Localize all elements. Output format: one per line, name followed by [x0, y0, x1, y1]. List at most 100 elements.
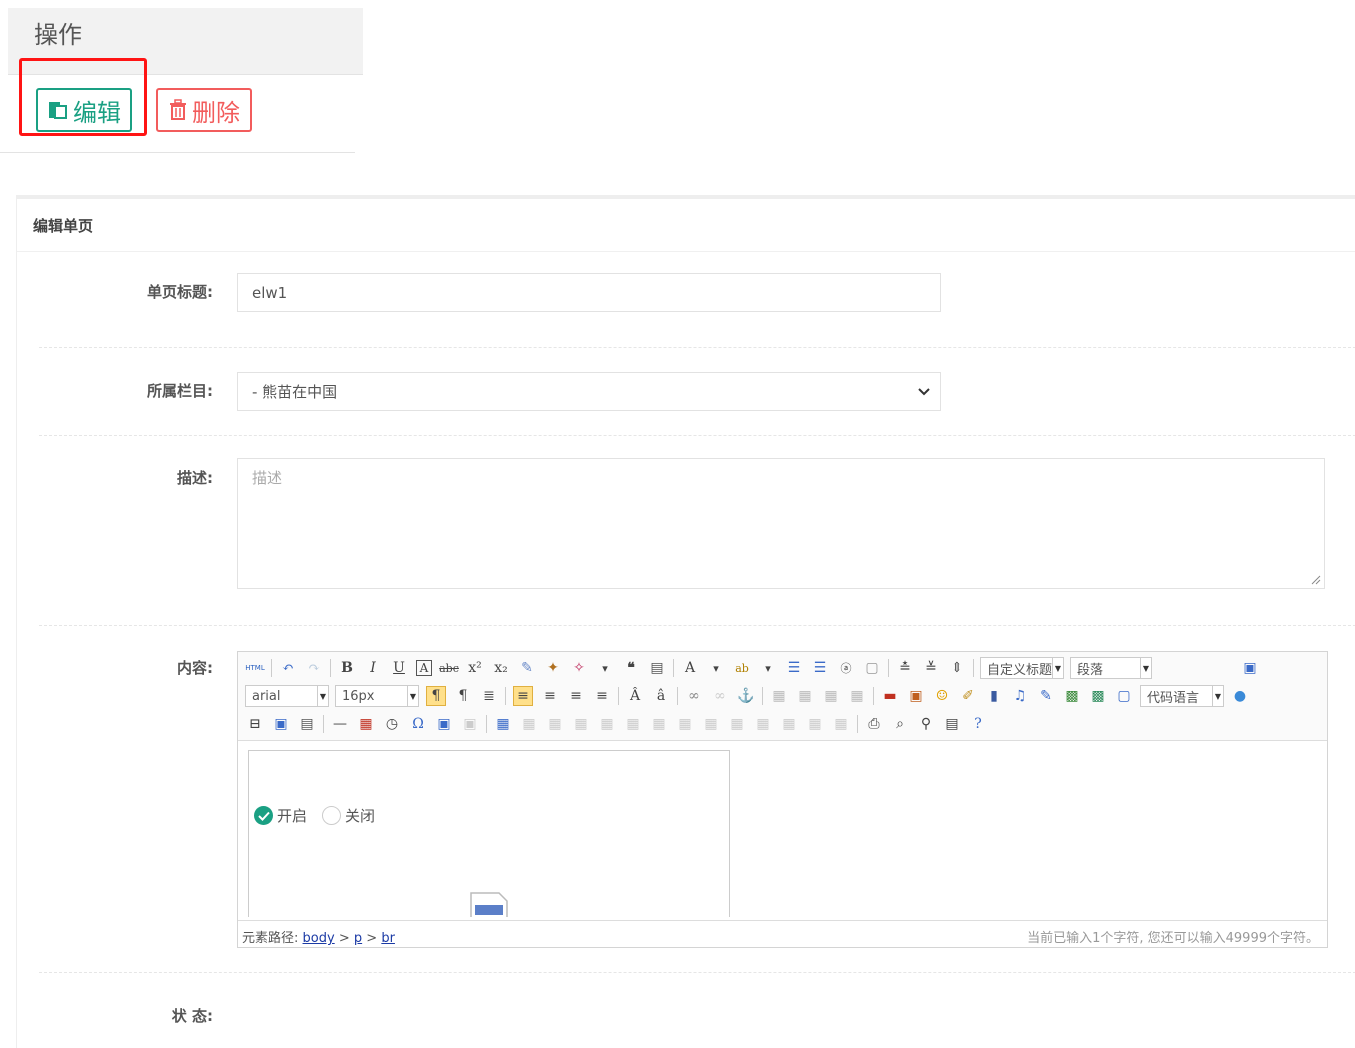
insert-frame-icon[interactable]: ▢: [1115, 687, 1133, 705]
custom-heading-select[interactable]: 自定义标题 ▼: [980, 657, 1064, 679]
align-right-icon[interactable]: ≡: [567, 687, 585, 705]
page-break-icon[interactable]: ⊟: [246, 715, 264, 733]
clear-doc-icon[interactable]: ▢: [863, 659, 881, 677]
split-rows-icon[interactable]: ▦: [780, 715, 798, 733]
delete-button[interactable]: 删除: [156, 88, 252, 132]
unordered-list-icon[interactable]: ☰: [811, 659, 829, 677]
auto-format-icon[interactable]: ✧: [570, 659, 588, 677]
rtl-icon[interactable]: ¶: [454, 687, 472, 705]
snapscreen-icon[interactable]: ▣: [435, 715, 453, 733]
lowercase-icon[interactable]: â: [652, 687, 670, 705]
underline-icon[interactable]: U: [390, 659, 408, 677]
align-left-icon[interactable]: ≡: [513, 686, 533, 706]
dropdown-caret-icon[interactable]: ▾: [707, 659, 725, 677]
format-brush-icon[interactable]: ✦: [544, 659, 562, 677]
scrawl-icon[interactable]: ✐: [959, 687, 977, 705]
subscript-icon[interactable]: x₂: [492, 659, 510, 677]
delete-row-icon[interactable]: ▦: [598, 715, 616, 733]
path-link-body[interactable]: body: [303, 931, 335, 946]
path-link-p[interactable]: p: [354, 931, 362, 946]
unlink-icon[interactable]: ∞: [711, 687, 729, 705]
link-icon[interactable]: ∞: [685, 687, 703, 705]
horizontal-rule-icon[interactable]: —: [331, 715, 349, 733]
insert-image-icon[interactable]: ▣: [907, 687, 925, 705]
insert-paragraph-icon[interactable]: ▦: [546, 715, 564, 733]
row-spacing-top-icon[interactable]: ≛: [896, 659, 914, 677]
date-icon[interactable]: ▦: [357, 715, 375, 733]
title-input[interactable]: elw1: [237, 273, 941, 312]
merge-cells-icon[interactable]: ▦: [676, 715, 694, 733]
editor-content-area[interactable]: [248, 750, 730, 917]
font-size-select[interactable]: 16px ▼: [335, 685, 419, 707]
undo-icon[interactable]: ↶: [279, 659, 297, 677]
resize-grip-icon[interactable]: [1311, 575, 1321, 585]
ordered-list-icon[interactable]: ☰: [785, 659, 803, 677]
category-select[interactable]: - 熊苗在中国: [237, 372, 941, 411]
split-cols-icon[interactable]: ▦: [806, 715, 824, 733]
print-icon[interactable]: ⎙: [865, 715, 883, 733]
paste-plain-icon[interactable]: ▤: [648, 659, 666, 677]
strikethrough-icon[interactable]: abc: [439, 659, 459, 677]
image-center-icon[interactable]: ▦: [848, 687, 866, 705]
line-height-icon[interactable]: ⇕: [948, 659, 966, 677]
select-all-icon[interactable]: ⓐ: [837, 659, 855, 677]
align-center-icon[interactable]: ≡: [541, 687, 559, 705]
dropdown-caret-icon[interactable]: ▾: [759, 659, 777, 677]
special-chars-icon[interactable]: Ω: [409, 715, 427, 733]
italic-icon[interactable]: I: [364, 659, 382, 677]
simple-upload-icon[interactable]: ▬: [881, 687, 899, 705]
insert-video-icon[interactable]: ▮: [985, 687, 1003, 705]
code-language-select[interactable]: 代码语言 ▼: [1140, 685, 1224, 707]
html-source-icon[interactable]: HTML: [245, 659, 264, 677]
ltr-icon[interactable]: ¶: [426, 686, 446, 706]
map-icon[interactable]: ▩: [1063, 687, 1081, 705]
indent-icon[interactable]: ≣: [480, 687, 498, 705]
path-link-br[interactable]: br: [381, 931, 395, 946]
uppercase-icon[interactable]: Â: [626, 687, 644, 705]
merge-right-icon[interactable]: ▦: [702, 715, 720, 733]
insert-col-icon[interactable]: ▦: [624, 715, 642, 733]
image-right-icon[interactable]: ▦: [822, 687, 840, 705]
gmap-icon[interactable]: ▩: [1089, 687, 1107, 705]
insert-row-icon[interactable]: ▦: [572, 715, 590, 733]
insert-table-icon[interactable]: ▦: [494, 715, 512, 733]
merge-down-icon[interactable]: ▦: [728, 715, 746, 733]
chart-icon[interactable]: ▦: [832, 715, 850, 733]
help-icon[interactable]: ?: [969, 715, 987, 733]
blockquote-icon[interactable]: ❝: [622, 659, 640, 677]
delete-table-icon[interactable]: ▦: [520, 715, 538, 733]
edit-button[interactable]: 编辑: [36, 88, 132, 132]
emotion-icon[interactable]: ☺: [933, 687, 951, 705]
font-border-icon[interactable]: A: [416, 660, 432, 676]
desc-textarea[interactable]: 描述: [237, 458, 1325, 589]
image-none-icon[interactable]: ▦: [770, 687, 788, 705]
status-on-radio[interactable]: 开启: [254, 805, 307, 826]
redo-icon[interactable]: ↷: [305, 659, 323, 677]
paragraph-select[interactable]: 段落 ▼: [1070, 657, 1152, 679]
status-off-radio[interactable]: 关闭: [322, 805, 375, 826]
bold-icon[interactable]: B: [338, 659, 356, 677]
drafts-icon[interactable]: ▤: [943, 715, 961, 733]
eraser-icon[interactable]: ✎: [518, 659, 536, 677]
highlight-color-icon[interactable]: ab: [733, 659, 751, 677]
dropdown-caret-icon[interactable]: ▾: [596, 659, 614, 677]
fullscreen-icon[interactable]: ▣: [1241, 659, 1259, 677]
row-spacing-bottom-icon[interactable]: ≚: [922, 659, 940, 677]
template-icon[interactable]: ▤: [298, 715, 316, 733]
delete-col-icon[interactable]: ▦: [650, 715, 668, 733]
font-family-select[interactable]: arial ▼: [245, 685, 329, 707]
font-color-icon[interactable]: A: [681, 659, 699, 677]
split-cells-icon[interactable]: ▦: [754, 715, 772, 733]
webapp-icon[interactable]: ●: [1231, 687, 1249, 705]
superscript-icon[interactable]: x²: [466, 659, 484, 677]
wordimage-icon[interactable]: ▣: [461, 715, 479, 733]
time-icon[interactable]: ◷: [383, 715, 401, 733]
background-icon[interactable]: ▣: [272, 715, 290, 733]
search-replace-icon[interactable]: ⚲: [917, 715, 935, 733]
anchor-icon[interactable]: ⚓: [737, 687, 755, 705]
image-left-icon[interactable]: ▦: [796, 687, 814, 705]
preview-icon[interactable]: ⌕: [891, 715, 909, 733]
align-justify-icon[interactable]: ≡: [593, 687, 611, 705]
attachment-icon[interactable]: ✎: [1037, 687, 1055, 705]
music-icon[interactable]: ♫: [1011, 687, 1029, 705]
